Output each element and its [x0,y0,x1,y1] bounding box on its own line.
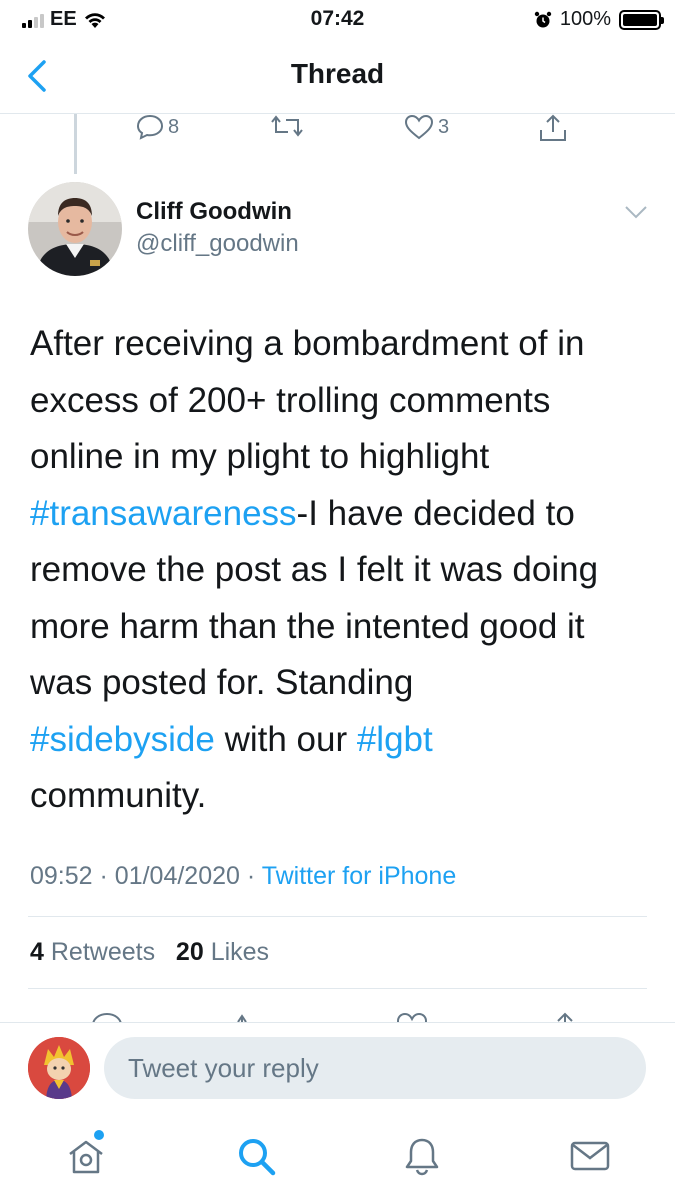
search-icon [239,1139,276,1176]
reply-count: 8 [168,115,180,138]
new-content-dot [94,1130,104,1140]
divider [28,988,647,989]
chevron-down-icon[interactable] [624,202,648,222]
share-button[interactable] [538,114,568,142]
status-right: 100% [534,8,664,31]
like-button[interactable]: 3 [404,114,449,140]
hashtag-link[interactable]: #lgbt [357,720,433,759]
battery-fill [623,13,657,26]
likes-count: 20 [175,938,204,966]
tweet-text-line: After receiving a bombardment of in [30,316,640,373]
reply-icon [136,114,164,140]
divider [28,916,647,917]
tweet-text-segment: remove the post as I felt it was doing [30,550,599,589]
tweet-text-segment: with our [214,719,357,759]
tweet-action-row [0,1010,675,1022]
battery-icon [619,9,664,30]
bell-icon [405,1138,439,1176]
tweet-text-segment: online in my plight to highlight [30,437,490,476]
reply-input[interactable] [104,1037,646,1099]
tweet-text-segment: community. [30,776,207,815]
likes-label: Likes [210,938,270,966]
tweet-text-segment: was posted for. Standing [30,663,414,702]
reply-button[interactable]: 8 [136,114,179,140]
tweet-text-line: community. [30,768,640,825]
meta-separator: · [99,862,115,890]
avatar[interactable] [28,1037,90,1099]
tweet-text-line: remove the post as I felt it was doing [30,542,640,599]
profile-photo [28,1037,90,1099]
previous-tweet-actions: 8 3 [0,114,675,148]
tweet-text-segment: more harm than the intented good it [30,606,585,646]
tweet-header: Cliff Goodwin @cliff_goodwin [28,182,648,278]
retweets-count: 4 [30,938,44,966]
likes-stat[interactable]: 20 Likes [176,938,269,966]
tweet-text-line: excess of 200+ trolling comments [30,373,640,430]
tab-home[interactable] [64,1130,108,1178]
tweet-text-segment: After receiving a bombardment of in [30,324,585,363]
tweet-source-link[interactable]: Twitter for iPhone [262,862,457,890]
tweet-text-line: #transawareness-I have decided to [30,486,640,543]
nav-bar: Thread [0,38,675,114]
home-icon [69,1140,103,1174]
heart-icon[interactable] [395,1012,429,1022]
tab-bar [0,1114,675,1200]
tweet-time: 09:52 [30,862,93,890]
retweet-button[interactable] [270,114,304,138]
author-handle[interactable]: @cliff_goodwin [136,230,299,258]
tweet-stats: 4 Retweets 20 Likes [30,938,269,967]
retweets-stat[interactable]: 4 Retweets [30,938,155,966]
reply-icon[interactable] [90,1012,124,1022]
tweet-text: After receiving a bombardment of in exces… [30,316,640,825]
reply-bar [0,1022,675,1114]
tweet-text-line: #sidebyside with our #lgbt [30,712,640,769]
share-icon[interactable] [548,1012,582,1022]
tweet-date: 01/04/2020 [114,862,240,890]
tweet-text-segment: excess of 200+ trolling comments [30,380,551,420]
tab-messages[interactable] [568,1134,612,1178]
like-count: 3 [438,115,450,138]
tweet-meta: 09:52 · 01/04/2020 · Twitter for iPhone [30,862,456,891]
tab-search[interactable] [234,1134,278,1178]
alarm-icon [534,11,552,27]
tweet-text-line: online in my plight to highlight [30,429,640,486]
status-bar: EE 07:42 100% [0,0,675,38]
avatar[interactable] [28,182,122,276]
tab-notifications[interactable] [400,1134,444,1178]
hashtag-link[interactable]: #transawareness [30,494,297,533]
envelope-icon [570,1141,610,1171]
retweet-icon [271,115,303,137]
tweet-text-line: was posted for. Standing [30,655,640,712]
tweet-text-line: more harm than the intented good it [30,599,640,656]
page-title: Thread [290,58,385,89]
meta-separator: · [246,862,262,890]
profile-photo [28,182,122,276]
battery-percent: 100% [559,8,611,30]
hashtag-link[interactable]: #sidebyside [30,720,215,759]
retweets-label: Retweets [50,938,156,966]
heart-icon [404,114,434,140]
retweet-icon[interactable] [236,1012,272,1022]
tweet-text-segment: -I have decided to [296,493,575,533]
author-name[interactable]: Cliff Goodwin [136,198,292,226]
share-icon [540,114,566,141]
